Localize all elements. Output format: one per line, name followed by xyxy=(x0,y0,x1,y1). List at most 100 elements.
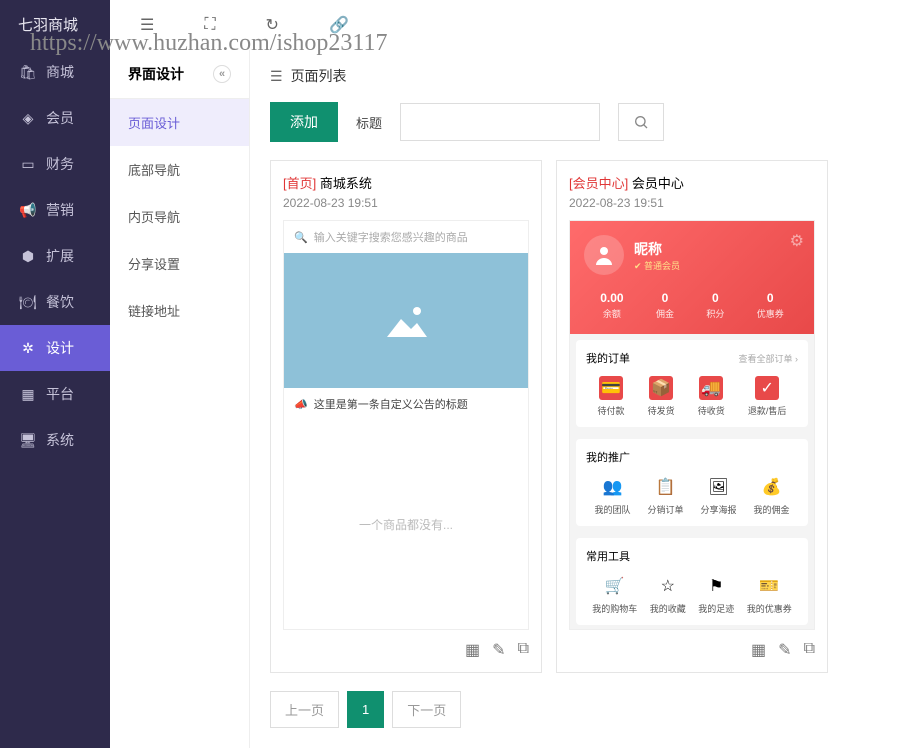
controls-row: 添加 标题 xyxy=(270,102,880,142)
card-actions: ▦ ✎ ⧉ xyxy=(569,640,815,660)
card-date: 2022-08-23 19:51 xyxy=(283,196,529,210)
order-refund[interactable]: ✓退款/售后 xyxy=(748,376,787,417)
search-icon xyxy=(633,114,649,130)
add-button[interactable]: 添加 xyxy=(270,102,338,142)
tool-fav[interactable]: ☆我的收藏 xyxy=(650,574,686,615)
poster-icon: 🖼 xyxy=(706,475,730,499)
cart-icon: 🛒 xyxy=(603,574,627,598)
flag-icon: ⚑ xyxy=(704,574,728,598)
promo-block: 我的推广 👥我的团队 📋分销订单 🖼分享海报 💰我的佣金 xyxy=(576,439,808,526)
menu-toggle-icon[interactable]: ☰ xyxy=(140,15,154,35)
orders-block: 我的订单查看全部订单 › 💳待付款 📦待发货 🚚待收货 ✓退款/售后 xyxy=(576,340,808,427)
copy-icon[interactable]: ⧉ xyxy=(804,640,815,660)
page-1-button[interactable]: 1 xyxy=(347,691,384,728)
brand-title: 七羽商城 xyxy=(0,0,110,49)
order-pending-receive[interactable]: 🚚待收货 xyxy=(698,376,725,417)
order-pending-pay[interactable]: 💳待付款 xyxy=(598,376,625,417)
gear-icon: ⚙ xyxy=(790,231,804,251)
card-homepage: [首页] 商城系统 2022-08-23 19:51 🔍 输入关键字搜索您感兴趣… xyxy=(270,160,542,673)
pagination: 上一页 1 下一页 xyxy=(270,691,880,728)
title-input[interactable] xyxy=(400,103,600,141)
nav-member[interactable]: ◈会员 xyxy=(0,95,110,141)
cube-icon: ⬢ xyxy=(20,248,36,264)
next-page-button[interactable]: 下一页 xyxy=(392,691,461,728)
nav-marketing[interactable]: 📢营销 xyxy=(0,187,110,233)
topbar: ☰ ⛶ ↻ 🔗 xyxy=(110,0,900,50)
page-title: ☰ 页面列表 xyxy=(270,60,880,102)
ticket-icon: 🎫 xyxy=(757,574,781,598)
preview-empty: 一个商品都没有... xyxy=(284,420,528,629)
subnav-inner-nav[interactable]: 内页导航 xyxy=(110,193,249,240)
nav-extension[interactable]: ⬢扩展 xyxy=(0,233,110,279)
order-pending-ship[interactable]: 📦待发货 xyxy=(648,376,675,417)
nav-food[interactable]: 🍽餐饮 xyxy=(0,279,110,325)
preview-searchbar: 🔍 输入关键字搜索您感兴趣的商品 xyxy=(284,221,528,253)
nickname: 昵称 xyxy=(634,239,680,259)
subnav: 界面设计 « 页面设计 底部导航 内页导航 分享设置 链接地址 xyxy=(110,50,250,748)
promo-orders[interactable]: 📋分销订单 xyxy=(647,475,683,516)
avatar xyxy=(584,235,624,275)
diamond-icon: ◈ xyxy=(20,110,36,126)
truck-icon: 🚚 xyxy=(699,376,723,400)
subnav-share[interactable]: 分享设置 xyxy=(110,240,249,287)
wallet-icon: 💳 xyxy=(599,376,623,400)
preview-member: ⚙ 昵称 ✔ 普通会员 0.00余额 0佣金 0积分 xyxy=(569,220,815,630)
star-icon: ☆ xyxy=(656,574,680,598)
collapse-icon[interactable]: « xyxy=(213,65,231,83)
edit-icon[interactable]: ✎ xyxy=(778,640,791,660)
nav-platform[interactable]: ▦平台 xyxy=(0,371,110,417)
title-label: 标题 xyxy=(356,113,382,132)
list-icon: ☰ xyxy=(270,68,283,85)
card-member: [会员中心] 会员中心 2022-08-23 19:51 ⚙ 昵称 ✔ 普通会员 xyxy=(556,160,828,673)
card-title: [首页] 商城系统 xyxy=(283,173,529,192)
card-title: [会员中心] 会员中心 xyxy=(569,173,815,192)
qr-icon[interactable]: ▦ xyxy=(751,640,766,660)
promo-poster[interactable]: 🖼分享海报 xyxy=(700,475,736,516)
nav-design[interactable]: ✲设计 xyxy=(0,325,110,371)
qr-icon[interactable]: ▦ xyxy=(465,640,480,660)
promo-team[interactable]: 👥我的团队 xyxy=(594,475,630,516)
member-level: ✔ 普通会员 xyxy=(634,259,680,272)
preview-home: 🔍 输入关键字搜索您感兴趣的商品 📣 这里是第一条自定义公告的标题 一个商品都没… xyxy=(283,220,529,630)
card-date: 2022-08-23 19:51 xyxy=(569,196,815,210)
preview-hero xyxy=(284,253,528,388)
search-button[interactable] xyxy=(618,103,664,141)
cards-row: [首页] 商城系统 2022-08-23 19:51 🔍 输入关键字搜索您感兴趣… xyxy=(270,160,880,673)
image-placeholder-icon xyxy=(381,301,431,341)
tool-footprint[interactable]: ⚑我的足迹 xyxy=(698,574,734,615)
tool-cart[interactable]: 🛒我的购物车 xyxy=(592,574,637,615)
box-icon: 📦 xyxy=(649,376,673,400)
check-icon: ✓ xyxy=(755,376,779,400)
member-hero: ⚙ 昵称 ✔ 普通会员 0.00余额 0佣金 0积分 xyxy=(570,221,814,334)
team-icon: 👥 xyxy=(600,475,624,499)
subnav-bottom-nav[interactable]: 底部导航 xyxy=(110,146,249,193)
edit-icon[interactable]: ✎ xyxy=(492,640,505,660)
main-content: ☰ 页面列表 添加 标题 [首页] 商城系统 2022-08-23 19:51 … xyxy=(250,50,900,748)
view-all-orders[interactable]: 查看全部订单 › xyxy=(739,352,799,365)
subnav-link[interactable]: 链接地址 xyxy=(110,287,249,334)
megaphone-icon: 📢 xyxy=(20,202,36,218)
bag-icon: 🛍 xyxy=(20,64,36,80)
wallet-icon: ▭ xyxy=(20,156,36,172)
nav-system[interactable]: 🖥系统 xyxy=(0,417,110,463)
search-icon: 🔍 xyxy=(294,231,308,244)
card-actions: ▦ ✎ ⧉ xyxy=(283,640,529,660)
person-icon xyxy=(592,243,616,267)
prev-page-button[interactable]: 上一页 xyxy=(270,691,339,728)
speaker-icon: 📣 xyxy=(294,398,308,411)
grid-icon: ▦ xyxy=(20,386,36,402)
coin-icon: 💰 xyxy=(759,475,783,499)
link-icon[interactable]: 🔗 xyxy=(329,15,349,35)
tool-coupon[interactable]: 🎫我的优惠券 xyxy=(747,574,792,615)
copy-icon[interactable]: ⧉ xyxy=(518,640,529,660)
subnav-page-design[interactable]: 页面设计 xyxy=(110,99,249,146)
gear-icon: ✲ xyxy=(20,340,36,356)
member-stats: 0.00余额 0佣金 0积分 0优惠券 xyxy=(584,291,800,320)
fullscreen-icon[interactable]: ⛶ xyxy=(204,16,215,34)
tools-block: 常用工具 🛒我的购物车 ☆我的收藏 ⚑我的足迹 🎫我的优惠券 xyxy=(576,538,808,625)
clipboard-icon: 📋 xyxy=(653,475,677,499)
nav-mall[interactable]: 🛍商城 xyxy=(0,49,110,95)
nav-finance[interactable]: ▭财务 xyxy=(0,141,110,187)
promo-commission[interactable]: 💰我的佣金 xyxy=(753,475,789,516)
refresh-icon[interactable]: ↻ xyxy=(266,15,279,35)
